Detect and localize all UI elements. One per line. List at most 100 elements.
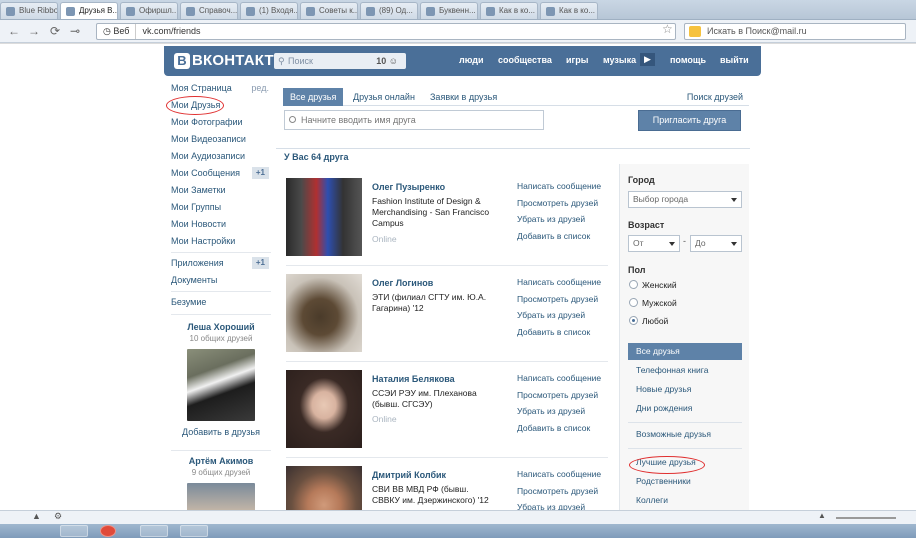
list-possible-friends[interactable]: Возможные друзья [628,426,742,443]
browser-tab[interactable]: Как в ко... [480,2,538,19]
city-select[interactable]: Выбор города [628,191,742,208]
suggested-friend: Леша Хороший 10 общих друзей Добавить в … [171,322,271,437]
nav-games[interactable]: игры [566,55,588,65]
friend-name-input[interactable]: Начните вводить имя друга [284,110,544,130]
zoom-slider[interactable] [836,517,896,519]
browser-tab[interactable]: Справоч... [180,2,238,19]
menu-my-notes[interactable]: Мои Заметки [171,183,271,198]
send-message-link[interactable]: Написать сообщение [517,178,601,195]
age-from-select[interactable]: От [628,235,680,252]
zoom-out-icon[interactable]: ▲ [818,511,826,520]
suggested-friend-photo[interactable] [187,483,255,510]
home-icon[interactable]: ▲ [32,511,41,521]
search-engine-icon[interactable] [689,26,701,37]
menu-my-audio[interactable]: Мои Аудиозаписи [171,149,271,164]
play-icon[interactable]: ▶ [640,53,655,66]
friend-photo[interactable] [286,466,362,510]
browser-tab[interactable]: Буквенн... [420,2,478,19]
tab-friends-online[interactable]: Друзья онлайн [346,88,422,106]
view-friends-link[interactable]: Просмотреть друзей [517,291,601,308]
nav-people[interactable]: люди [459,55,484,65]
tab-all-friends[interactable]: Все друзья [283,88,344,106]
remove-friend-link[interactable]: Убрать из друзей [517,211,601,228]
address-bar[interactable]: ◷ Веб vk.com/friends [96,23,676,40]
gender-any-radio[interactable]: Любой [629,316,668,326]
browser-tab[interactable]: Офиршл... [120,2,178,19]
browser-tab[interactable]: Как в ко... [540,2,598,19]
menu-my-news[interactable]: Мои Новости [171,217,271,232]
browser-search-input[interactable]: Искать в Поиск@mail.ru [684,23,906,40]
friend-name[interactable]: Наталия Белякова [372,374,455,384]
menu-my-photos[interactable]: Мои Фотографии [171,115,271,130]
suggested-friend-name[interactable]: Артём Акимов [171,456,271,466]
nav-music[interactable]: музыка [603,55,636,65]
send-message-link[interactable]: Написать сообщение [517,466,601,483]
remove-friend-link[interactable]: Убрать из друзей [517,307,601,324]
key-icon[interactable]: ⊸ [70,23,80,39]
nav-logout[interactable]: выйти [720,55,749,65]
nav-help[interactable]: помощь [670,55,706,65]
edit-link[interactable]: ред. [251,81,269,96]
list-new-friends[interactable]: Новые друзья [628,381,742,398]
browser-tab[interactable]: (89) Од... [360,2,418,19]
find-friends-link[interactable]: Поиск друзей [687,88,743,106]
age-to-select[interactable]: До [690,235,742,252]
browser-tab-active[interactable]: Друзья В... [60,2,118,19]
view-friends-link[interactable]: Просмотреть друзей [517,195,601,212]
nav-communities[interactable]: сообщества [498,55,552,65]
view-friends-link[interactable]: Просмотреть друзей [517,483,601,500]
friend-name[interactable]: Олег Логинов [372,278,433,288]
menu-my-settings[interactable]: Мои Настройки [171,234,271,249]
back-arrow-icon[interactable]: ← [8,23,20,39]
list-phonebook[interactable]: Телефонная книга [628,362,742,379]
taskbar-opera-icon[interactable] [100,525,116,537]
forward-arrow-icon[interactable]: → [28,23,40,39]
menu-documents[interactable]: Документы [171,273,271,288]
list-all-friends[interactable]: Все друзья [628,343,742,360]
list-birthdays[interactable]: Дни рождения [628,400,742,417]
browser-tab[interactable]: Советы к... [300,2,358,19]
list-relatives[interactable]: Родственники [628,473,742,490]
gender-male-radio[interactable]: Мужской [629,298,677,308]
site-identity[interactable]: ◷ Веб [97,24,137,39]
vk-search-input[interactable]: ⚲ Поиск 10 ☺ [274,53,406,69]
menu-my-groups[interactable]: Мои Группы [171,200,271,215]
add-to-list-link[interactable]: Добавить в список [517,420,601,437]
reload-icon[interactable]: ⟳ [50,23,60,39]
taskbar-folder-icon[interactable] [60,525,88,537]
remove-friend-link[interactable]: Убрать из друзей [517,403,601,420]
friend-photo[interactable] [286,274,362,352]
browser-tab[interactable]: Blue Ribbon [0,2,58,19]
add-to-list-link[interactable]: Добавить в список [517,228,601,245]
add-friend-link[interactable]: Добавить в друзья [171,427,271,437]
remove-friend-link[interactable]: Убрать из друзей [517,499,601,510]
settings-icon[interactable]: ⚙ [54,511,62,522]
age-label: Возраст [628,220,665,230]
gender-female-radio[interactable]: Женский [629,280,677,290]
browser-tab[interactable]: (1) Входя... [240,2,298,19]
url-text[interactable]: vk.com/friends [136,26,200,36]
invite-friend-button[interactable]: Пригласить друга [638,110,741,131]
suggested-friend-photo[interactable] [187,349,255,421]
menu-my-page[interactable]: Моя Страница ред. [171,81,271,96]
menu-my-messages[interactable]: Мои Сообщения +1 [171,166,271,181]
friend-photo[interactable] [286,370,362,448]
view-friends-link[interactable]: Просмотреть друзей [517,387,601,404]
vk-logo[interactable]: В ВКОНТАКТЕ [174,52,284,69]
suggested-friend-name[interactable]: Леша Хороший [171,322,271,332]
send-message-link[interactable]: Написать сообщение [517,274,601,291]
bookmark-star-icon[interactable]: ☆ [662,22,673,36]
menu-my-videos[interactable]: Мои Видеозаписи [171,132,271,147]
friend-actions: Написать сообщение Просмотреть друзей Уб… [517,466,601,510]
menu-apps[interactable]: Приложения +1 [171,256,271,271]
friend-name[interactable]: Дмитрий Колбик [372,470,446,480]
menu-app-bezumie[interactable]: Безумие [171,295,271,310]
send-message-link[interactable]: Написать сообщение [517,370,601,387]
friend-photo[interactable] [286,178,362,256]
taskbar-app-icon[interactable] [180,525,208,537]
add-to-list-link[interactable]: Добавить в список [517,324,601,341]
taskbar-app-icon[interactable] [140,525,168,537]
tab-friend-requests[interactable]: Заявки в друзья [423,88,504,106]
list-colleagues[interactable]: Коллеги [628,492,742,509]
friend-name[interactable]: Олег Пузыренко [372,182,445,192]
